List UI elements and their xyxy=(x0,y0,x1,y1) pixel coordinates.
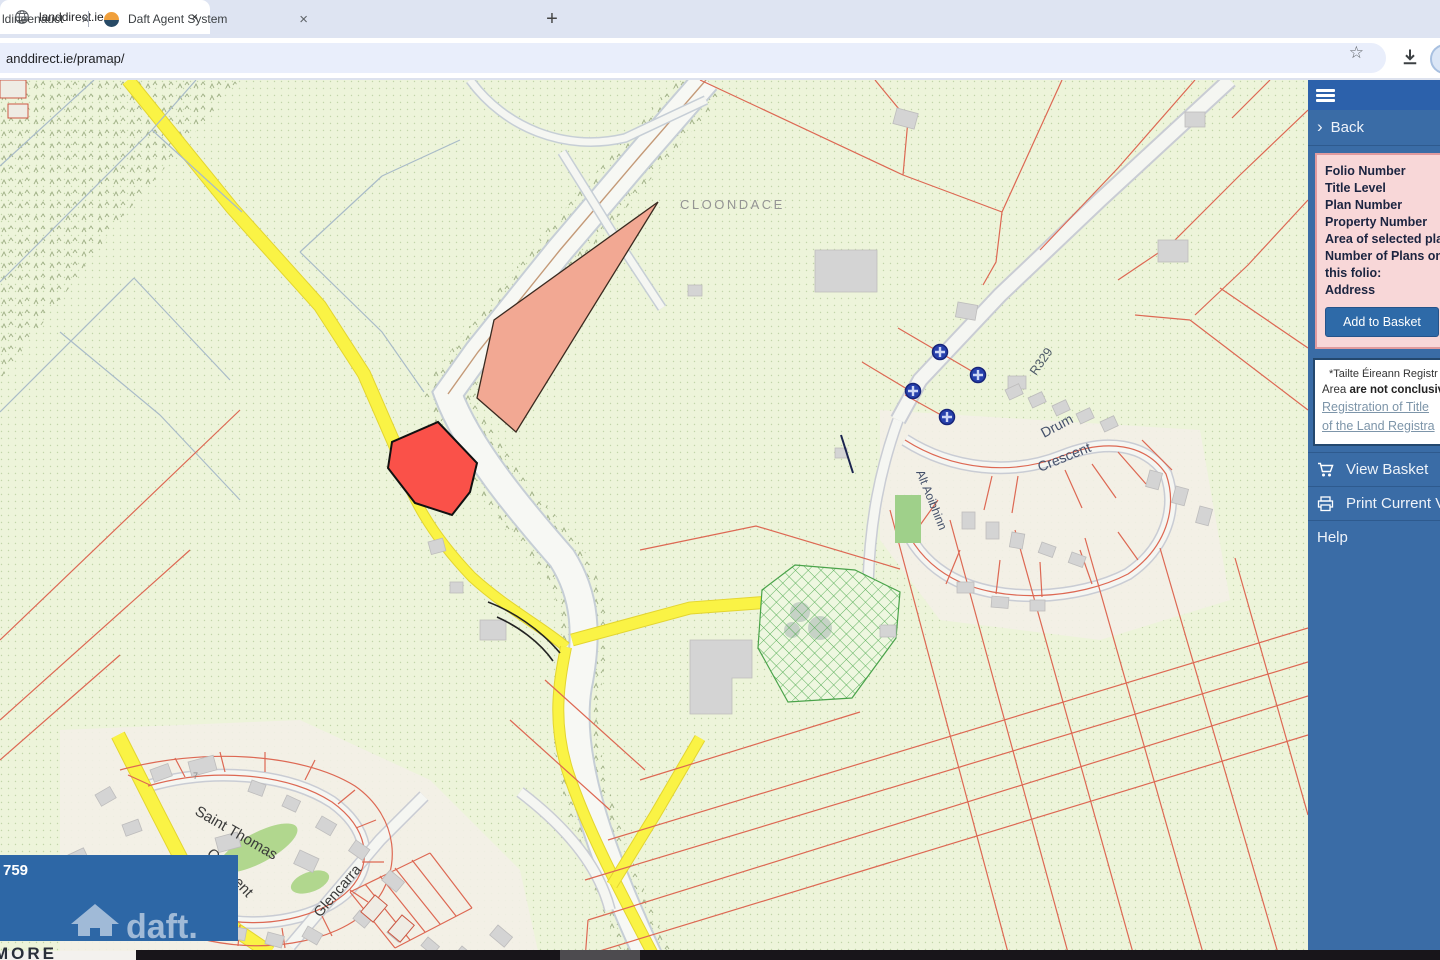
field-folio-number: Folio Number xyxy=(1325,163,1440,180)
profile-avatar[interactable] xyxy=(1430,44,1440,74)
map-tools-sidebar: › Back Folio Number Title Level Plan Num… xyxy=(1308,80,1440,951)
tab-1[interactable]: ldineenauct × xyxy=(0,0,90,38)
estate-right-ground xyxy=(880,410,1230,640)
bookmark-star-icon[interactable]: ☆ xyxy=(1349,43,1364,63)
field-area-selected: Area of selected plans xyxy=(1325,231,1440,248)
print-current-view-button[interactable]: Print Current View xyxy=(1308,487,1440,521)
tab-2-close-icon[interactable]: × xyxy=(299,12,308,27)
field-plan-number: Plan Number xyxy=(1325,197,1440,214)
view-basket-label: View Basket xyxy=(1346,461,1428,478)
sidebar-header xyxy=(1308,80,1440,110)
browser-window: ldineenauct × Daft Agent System × landdi… xyxy=(0,0,1440,960)
folio-overlay-box xyxy=(0,855,238,941)
address-bar[interactable]: anddirect.ie/pramap/ ☆ xyxy=(0,43,1386,73)
hamburger-menu-icon[interactable] xyxy=(1316,87,1335,104)
land-registration-link[interactable]: of the Land Registra xyxy=(1322,417,1440,436)
tab-1-label: ldineenauct xyxy=(2,12,71,26)
printer-icon xyxy=(1317,496,1337,512)
field-address: Address xyxy=(1325,282,1440,299)
green-strip xyxy=(895,495,921,543)
field-number-of-plans: Number of Plans on xyxy=(1325,248,1440,265)
bottom-bar xyxy=(136,950,1440,960)
field-property-number: Property Number xyxy=(1325,214,1440,231)
folio-overlay-number: 759 xyxy=(3,862,28,879)
tab-strip: ldineenauct × Daft Agent System × landdi… xyxy=(0,0,1440,38)
print-current-view-label: Print Current View xyxy=(1346,495,1440,512)
bottom-bar-segment xyxy=(560,950,640,960)
download-icon[interactable] xyxy=(1400,47,1420,72)
disclaimer-line-1: *Tailte Éireann Registr xyxy=(1322,367,1440,382)
cart-icon xyxy=(1317,462,1337,478)
tab-2[interactable]: Daft Agent System × xyxy=(96,0,308,38)
daft-favicon xyxy=(104,12,119,27)
registration-of-title-link[interactable]: Registration of Title xyxy=(1322,398,1440,417)
townland-label-partial: MORE xyxy=(0,944,57,960)
chevron-right-icon: › xyxy=(1317,117,1323,137)
add-to-basket-button[interactable]: Add to Basket xyxy=(1325,307,1439,337)
disclaimer-box: *Tailte Éireann Registr Area are not con… xyxy=(1313,358,1440,446)
map-viewport[interactable]: CLOONDACE R329 Drum Crescent Alt Aoibhin… xyxy=(0,80,1308,960)
land-registry-map[interactable]: CLOONDACE R329 Drum Crescent Alt Aoibhin… xyxy=(0,80,1308,960)
disclaimer-line-2: Area are not conclusiv xyxy=(1322,382,1440,398)
help-label: Help xyxy=(1317,529,1348,546)
house-number-label: 7 xyxy=(193,771,198,781)
help-button[interactable]: Help xyxy=(1308,521,1440,554)
browser-toolbar: anddirect.ie/pramap/ ☆ xyxy=(0,38,1440,80)
view-basket-button[interactable]: View Basket xyxy=(1308,452,1440,487)
field-title-level: Title Level xyxy=(1325,180,1440,197)
plan-details-panel: Folio Number Title Level Plan Number Pro… xyxy=(1315,153,1440,349)
url-text: anddirect.ie/pramap/ xyxy=(6,51,125,66)
tab-separator xyxy=(88,11,89,27)
field-number-of-plans-2: this folio: xyxy=(1325,265,1440,282)
new-tab-button[interactable]: + xyxy=(540,7,564,31)
daft-watermark: daft. xyxy=(126,908,198,946)
back-button[interactable]: › Back xyxy=(1308,110,1440,146)
back-label: Back xyxy=(1331,119,1364,136)
tab-2-label: Daft Agent System xyxy=(128,12,289,26)
townland-label: CLOONDACE xyxy=(680,197,785,212)
